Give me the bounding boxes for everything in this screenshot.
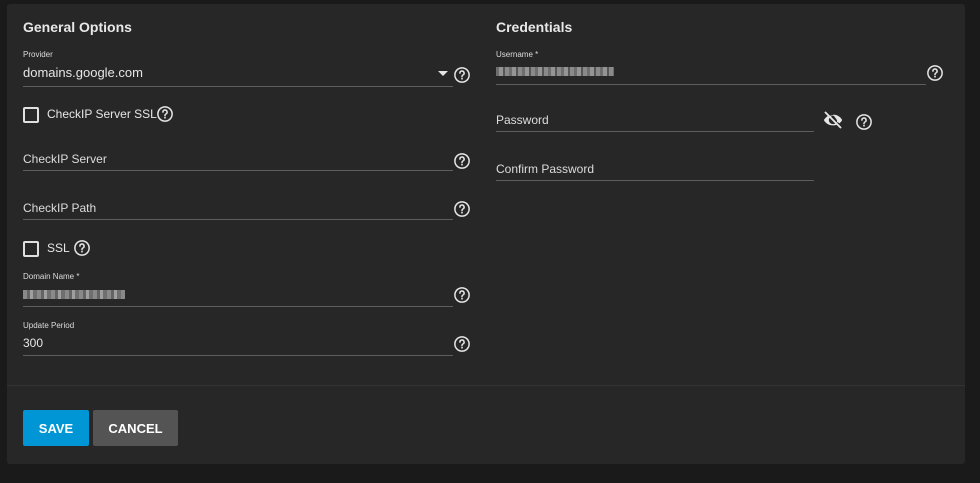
- domain-name-input[interactable]: Domain Name *: [23, 272, 453, 308]
- password-help-icon[interactable]: [855, 113, 873, 131]
- domain-name-help-icon[interactable]: [453, 286, 471, 304]
- checkip-server-ssl-label[interactable]: CheckIP Server SSL: [47, 107, 157, 121]
- eye-off-icon[interactable]: [821, 110, 845, 130]
- checkip-server-underline: [23, 170, 453, 171]
- checkip-path-underline: [23, 219, 453, 220]
- provider-value: domains.google.com: [23, 65, 143, 80]
- checkip-path-placeholder: CheckIP Path: [23, 201, 97, 215]
- domain-name-underline: [23, 306, 453, 307]
- arrow-drop-down-icon[interactable]: [438, 71, 448, 76]
- password-input[interactable]: Password: [496, 110, 814, 134]
- actions-divider: [7, 385, 965, 386]
- checkip-server-ssl-checkbox[interactable]: [23, 107, 39, 123]
- confirm-password-placeholder: Confirm Password: [496, 162, 595, 176]
- provider-select[interactable]: Provider domains.google.com: [23, 50, 453, 88]
- cancel-button[interactable]: CANCEL: [93, 410, 178, 446]
- checkip-server-help-icon[interactable]: [453, 152, 471, 170]
- ssl-help-icon[interactable]: [73, 239, 91, 257]
- username-redacted-value: [496, 67, 614, 76]
- username-label: Username *: [496, 50, 539, 59]
- ssl-checkbox[interactable]: [23, 241, 39, 257]
- update-period-underline: [23, 355, 453, 356]
- username-input[interactable]: Username *: [496, 50, 926, 86]
- provider-underline: [23, 86, 453, 87]
- ddns-form-card: General Options Provider domains.google.…: [7, 4, 965, 464]
- credentials-title: Credentials: [496, 19, 573, 35]
- password-placeholder: Password: [496, 113, 549, 127]
- provider-help-icon[interactable]: [453, 66, 471, 84]
- update-period-label: Update Period: [23, 321, 75, 330]
- save-button[interactable]: SAVE: [23, 410, 89, 446]
- checkip-server-input[interactable]: CheckIP Server: [23, 149, 453, 173]
- update-period-help-icon[interactable]: [453, 335, 471, 353]
- checkip-path-input[interactable]: CheckIP Path: [23, 198, 453, 222]
- confirm-password-input[interactable]: Confirm Password: [496, 159, 814, 183]
- domain-name-redacted-value: [23, 290, 125, 299]
- general-options-title: General Options: [23, 19, 132, 35]
- password-underline: [496, 131, 814, 132]
- username-underline: [496, 84, 926, 85]
- ssl-label[interactable]: SSL: [47, 241, 70, 255]
- checkip-server-placeholder: CheckIP Server: [23, 152, 107, 166]
- update-period-input[interactable]: Update Period 300: [23, 321, 453, 357]
- username-help-icon[interactable]: [926, 64, 944, 82]
- checkip-path-help-icon[interactable]: [453, 200, 471, 218]
- confirm-password-underline: [496, 180, 814, 181]
- domain-name-label: Domain Name *: [23, 272, 80, 281]
- provider-label: Provider: [23, 50, 53, 59]
- checkip-ssl-help-icon[interactable]: [156, 105, 174, 123]
- update-period-value: 300: [23, 336, 44, 350]
